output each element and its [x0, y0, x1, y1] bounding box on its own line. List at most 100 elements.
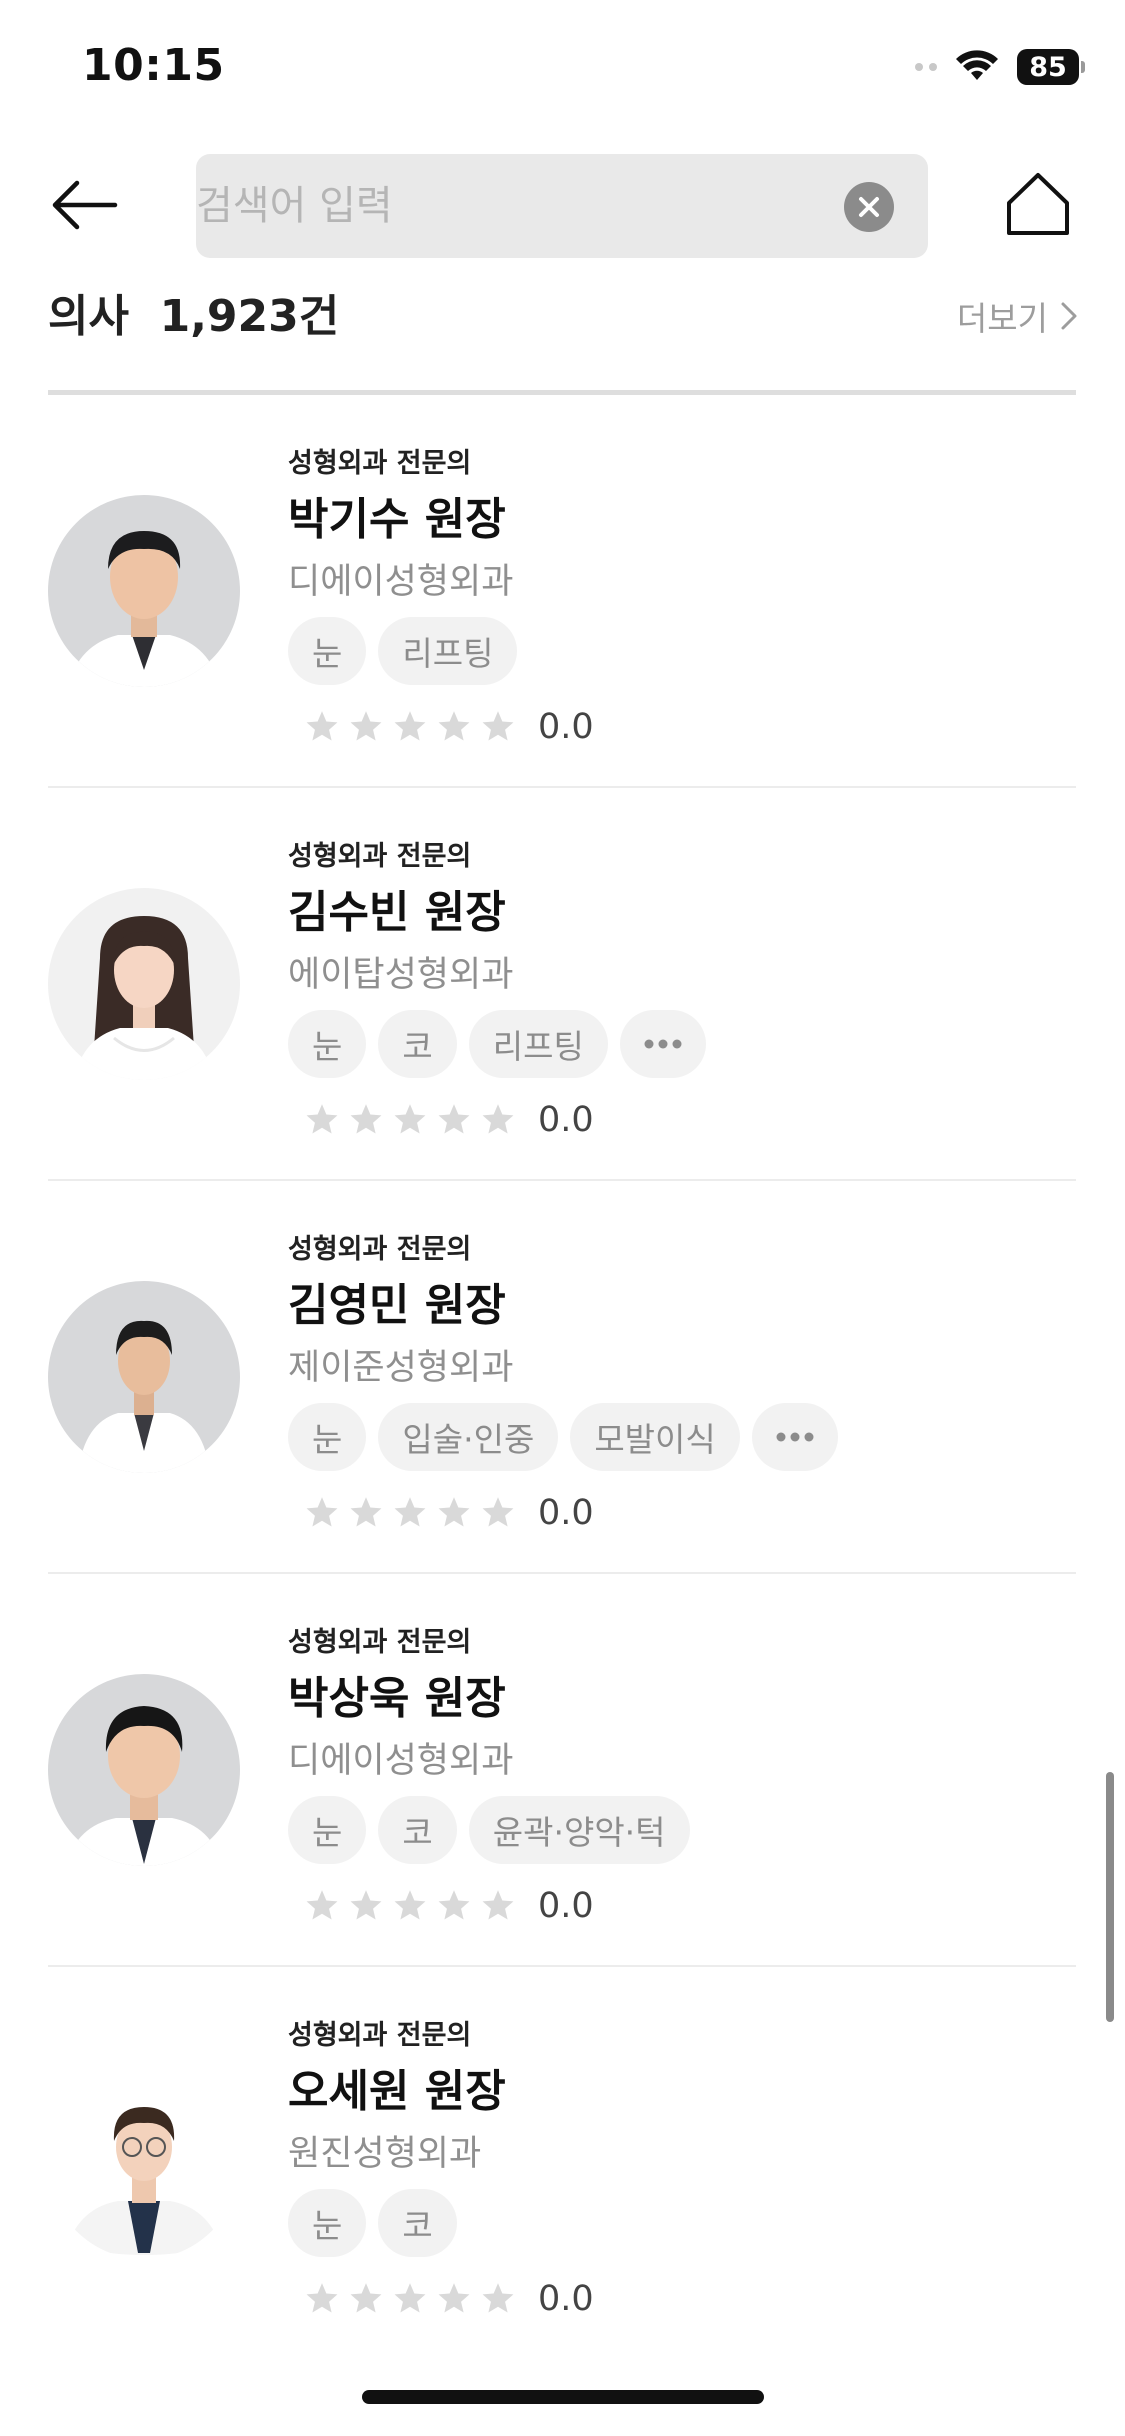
tag-chip[interactable]: 리프팅	[468, 1010, 608, 1078]
doctor-tags: 눈 입술·인중 모발이식	[288, 1403, 838, 1471]
ellipsis-icon	[776, 1432, 814, 1442]
doctor-name: 김수빈 원장	[288, 887, 506, 938]
star-icon	[394, 1497, 426, 1527]
doctor-rating: 0.0	[304, 1100, 594, 1140]
doctor-name: 박상욱 원장	[288, 1673, 506, 1724]
tag-chip[interactable]: 리프팅	[378, 617, 518, 685]
home-icon	[1007, 173, 1069, 235]
doctor-list: 성형외과 전문의 박기수 원장 디에이성형외과 눈 리프팅 0.0 성형외과 전…	[0, 395, 1125, 2360]
star-icon	[482, 2283, 514, 2313]
star-icon	[394, 2283, 426, 2313]
doctor-name: 김영민 원장	[288, 1280, 506, 1331]
tag-chip[interactable]: 코	[378, 1796, 457, 1864]
star-icon	[306, 1497, 338, 1527]
doctor-hospital: 에이탑성형외과	[288, 955, 514, 995]
doctor-name: 오세원 원장	[288, 2066, 506, 2117]
star-icon	[482, 711, 514, 741]
star-icon	[394, 711, 426, 741]
battery-level: 85	[1017, 49, 1079, 85]
doctor-name: 박기수 원장	[288, 494, 506, 545]
doctor-hospital: 디에이성형외과	[288, 562, 514, 602]
star-icon	[306, 1104, 338, 1134]
star-icon	[350, 1497, 382, 1527]
tag-chip[interactable]: 코	[378, 1010, 457, 1078]
star-icon	[482, 1890, 514, 1920]
more-tags-button[interactable]	[751, 1403, 838, 1471]
tag-chip[interactable]: 모발이식	[570, 1403, 740, 1471]
wifi-icon	[955, 50, 999, 84]
clear-search-button[interactable]	[844, 182, 894, 232]
more-link[interactable]: 더보기	[957, 292, 1078, 340]
star-icon	[482, 1497, 514, 1527]
tag-chip[interactable]: 눈	[288, 1010, 367, 1078]
doctor-hospital: 제이준성형외과	[288, 1348, 514, 1388]
chevron-right-icon	[1061, 302, 1077, 330]
rating-value: 0.0	[538, 1886, 594, 1926]
doctor-rating: 0.0	[304, 1886, 594, 1926]
doctor-avatar	[48, 2067, 240, 2259]
doctor-card[interactable]: 성형외과 전문의 박기수 원장 디에이성형외과 눈 리프팅 0.0	[0, 395, 1125, 788]
rating-value: 0.0	[538, 1100, 594, 1140]
tag-chip[interactable]: 눈	[288, 617, 367, 685]
clear-circle-icon	[859, 197, 879, 217]
doctor-specialty: 성형외과 전문의	[288, 1627, 472, 1658]
doctor-tags: 눈 코 리프팅	[288, 1010, 706, 1078]
rating-stars	[304, 1102, 516, 1138]
doctor-tags: 눈 리프팅	[288, 617, 518, 685]
tag-chip[interactable]: 눈	[288, 2189, 367, 2257]
rating-value: 0.0	[538, 2279, 594, 2319]
home-button[interactable]	[1002, 168, 1074, 240]
ellipsis-icon	[644, 1039, 682, 1049]
tag-chip[interactable]: 눈	[288, 1796, 367, 1864]
star-icon	[350, 1890, 382, 1920]
doctor-card[interactable]: 성형외과 전문의 김영민 원장 제이준성형외과 눈 입술·인중 모발이식 0.0	[0, 1181, 1125, 1574]
status-icons: 85	[915, 44, 1085, 90]
doctor-count-title: 의사 1,923건	[48, 291, 340, 342]
battery-icon: 85	[1017, 49, 1085, 85]
doctor-rating: 0.0	[304, 707, 594, 747]
star-icon	[306, 1890, 338, 1920]
doctor-tags: 눈 코 윤곽·양악·턱	[288, 1796, 690, 1864]
status-bar: 10:15 85	[0, 0, 1125, 140]
star-icon	[438, 1104, 470, 1134]
doctor-card[interactable]: 성형외과 전문의 박상욱 원장 디에이성형외과 눈 코 윤곽·양악·턱 0.0	[0, 1574, 1125, 1967]
status-time: 10:15	[82, 40, 225, 91]
doctor-avatar	[48, 1674, 240, 1866]
star-icon	[306, 711, 338, 741]
doctor-hospital: 디에이성형외과	[288, 1741, 514, 1781]
star-icon	[482, 1104, 514, 1134]
doctor-specialty: 성형외과 전문의	[288, 2020, 472, 2051]
arrow-left-icon	[52, 180, 118, 230]
doctor-specialty: 성형외과 전문의	[288, 1234, 472, 1265]
tag-chip[interactable]: 입술·인중	[378, 1403, 559, 1471]
star-icon	[394, 1104, 426, 1134]
star-icon	[438, 1890, 470, 1920]
doctor-rating: 0.0	[304, 2279, 594, 2319]
rating-value: 0.0	[538, 1493, 594, 1533]
star-icon	[394, 1890, 426, 1920]
doctor-card[interactable]: 성형외과 전문의 김수빈 원장 에이탑성형외과 눈 코 리프팅 0.0	[0, 788, 1125, 1181]
doctor-avatar	[48, 888, 240, 1080]
tag-chip[interactable]: 코	[378, 2189, 457, 2257]
tag-chip[interactable]: 눈	[288, 1403, 367, 1471]
rating-stars	[304, 1495, 516, 1531]
signal-icon	[915, 63, 937, 71]
rating-stars	[304, 2281, 516, 2317]
search-input[interactable]	[196, 154, 836, 258]
doctor-rating: 0.0	[304, 1493, 594, 1533]
doctor-card[interactable]: 성형외과 전문의 오세원 원장 원진성형외과 눈 코 0.0	[0, 1967, 1125, 2360]
search-box	[196, 154, 928, 258]
more-tags-button[interactable]	[619, 1010, 706, 1078]
back-button[interactable]	[46, 172, 122, 238]
star-icon	[438, 711, 470, 741]
search-header	[0, 150, 1125, 260]
more-label: 더보기	[956, 299, 1048, 338]
home-indicator[interactable]	[362, 2390, 764, 2404]
doctor-section-header: 의사 1,923건 더보기	[48, 276, 1078, 342]
doctor-avatar	[48, 495, 240, 687]
tag-chip[interactable]: 윤곽·양악·턱	[468, 1796, 690, 1864]
star-icon	[438, 1497, 470, 1527]
doctor-search-page: 10:15 85 검색어 입력 의사 1,923건 더보기 성형외과 전문의 박…	[0, 0, 1125, 2436]
scrollbar[interactable]	[1106, 1772, 1114, 2022]
star-icon	[350, 1104, 382, 1134]
